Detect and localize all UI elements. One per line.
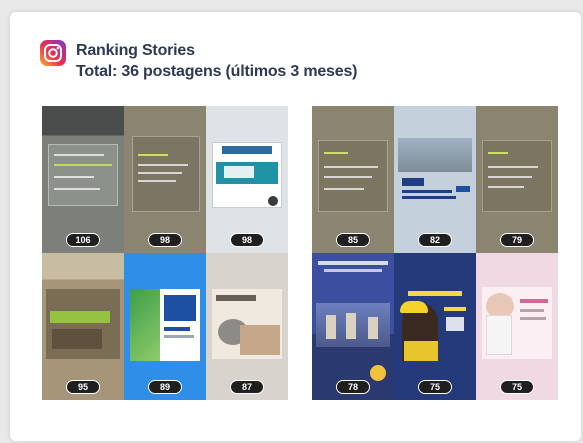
story-thumbnail[interactable]: 82 — [394, 106, 476, 253]
story-thumbnail[interactable]: 98 — [124, 106, 206, 253]
like-icon — [370, 365, 386, 381]
view-count-badge: 95 — [66, 380, 100, 394]
instagram-icon — [40, 40, 66, 66]
view-count-badge: 82 — [418, 233, 452, 247]
story-card-image — [132, 136, 200, 212]
stories-grid-right: 85 82 79 78 75 75 — [312, 106, 558, 400]
story-thumbnail[interactable]: 75 — [476, 253, 558, 400]
story-thumbnail[interactable]: 87 — [206, 253, 288, 400]
page-subtitle: Total: 36 postagens (últimos 3 meses) — [76, 63, 358, 80]
story-card-image — [398, 138, 472, 172]
story-thumbnail[interactable]: 85 — [312, 106, 394, 253]
view-count-badge: 87 — [230, 380, 264, 394]
story-thumbnail[interactable]: 98 — [206, 106, 288, 253]
view-count-badge: 85 — [336, 233, 370, 247]
story-thumbnail[interactable]: 79 — [476, 106, 558, 253]
stories-grid-left: 106 98 98 95 89 87 — [42, 106, 288, 400]
view-count-badge: 89 — [148, 380, 182, 394]
view-count-badge: 98 — [148, 233, 182, 247]
view-count-badge: 75 — [500, 380, 534, 394]
view-count-badge: 106 — [66, 233, 100, 247]
view-count-badge: 78 — [336, 380, 370, 394]
story-thumbnail[interactable]: 75 — [394, 253, 476, 400]
story-thumbnail[interactable]: 106 — [42, 106, 124, 253]
view-count-badge: 98 — [230, 233, 264, 247]
page-title: Ranking Stories — [76, 42, 195, 59]
story-thumbnail[interactable]: 95 — [42, 253, 124, 400]
view-count-badge: 75 — [418, 380, 452, 394]
story-thumbnail[interactable]: 78 — [312, 253, 394, 400]
story-thumbnail[interactable]: 89 — [124, 253, 206, 400]
view-count-badge: 79 — [500, 233, 534, 247]
